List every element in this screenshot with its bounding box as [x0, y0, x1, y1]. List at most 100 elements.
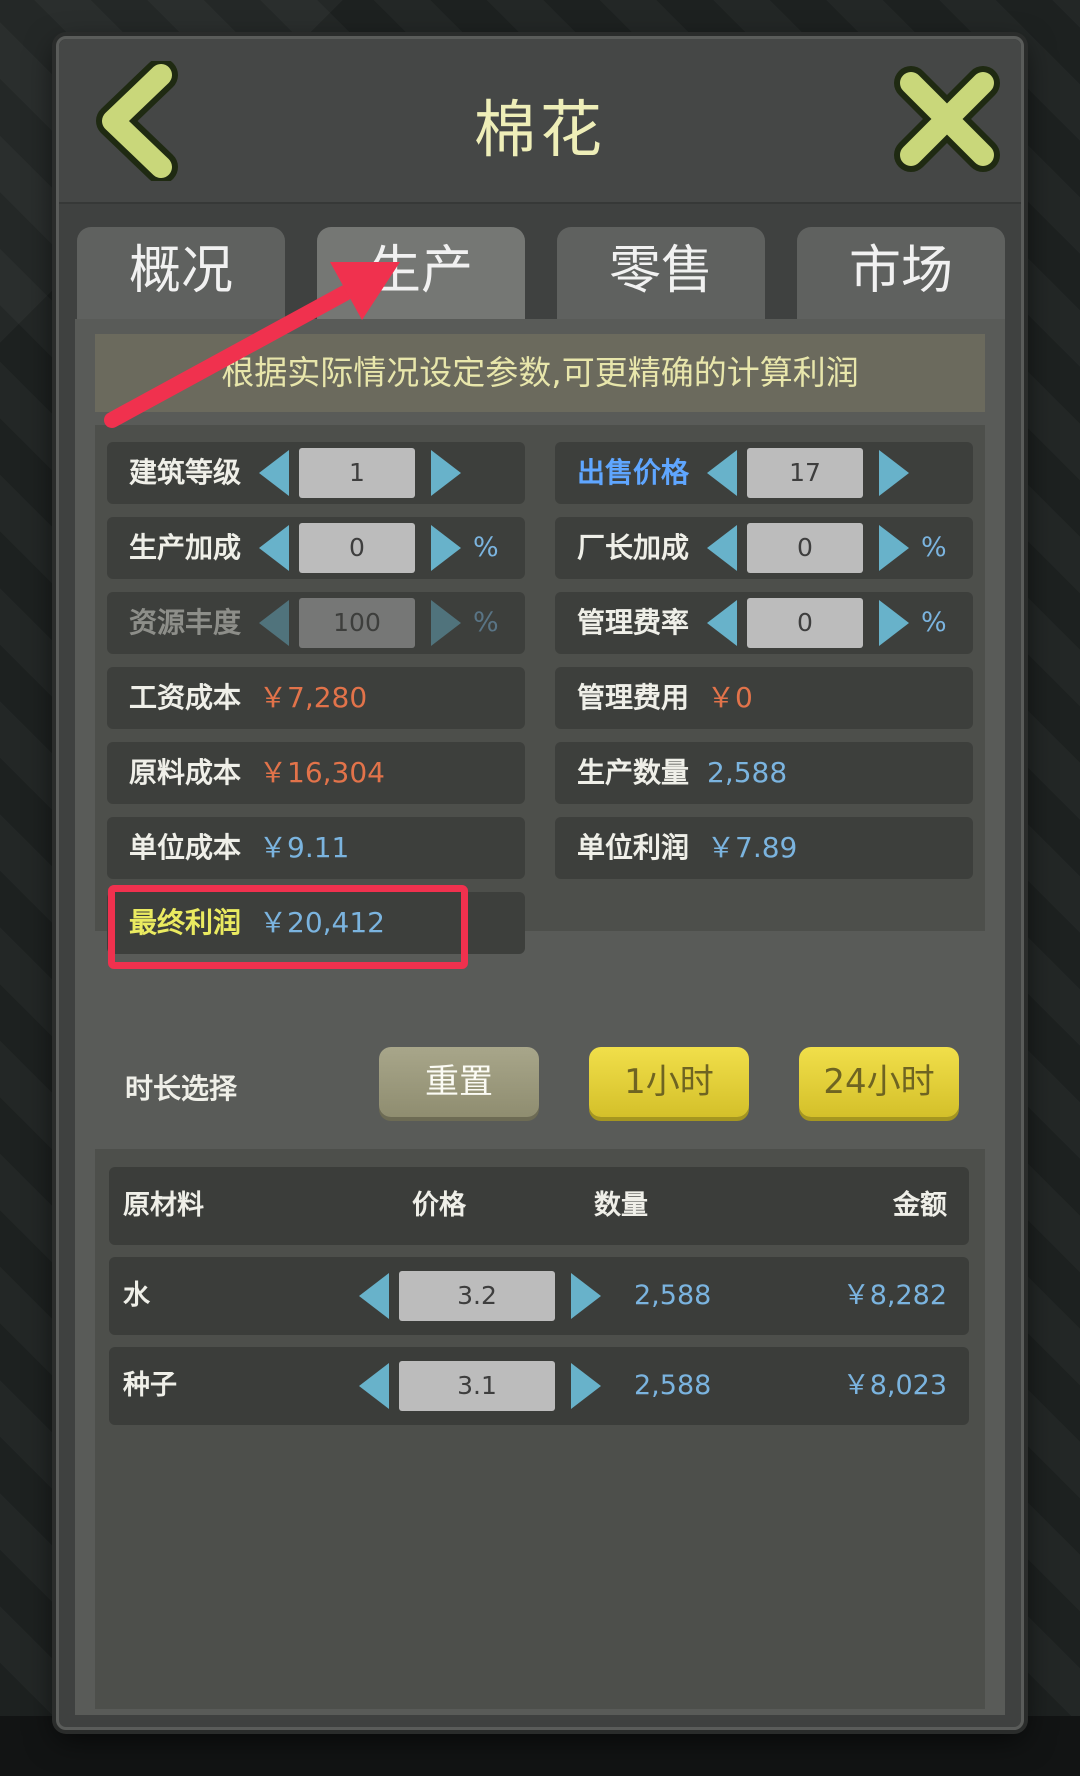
material-amount: ￥8,023	[842, 1370, 947, 1401]
material-price-stepper: 3.2	[359, 1271, 601, 1321]
triangle-right-icon	[879, 450, 909, 496]
triangle-right-icon	[431, 450, 461, 496]
tab-market[interactable]: 市场	[797, 227, 1005, 319]
triangle-right-icon	[571, 1273, 601, 1319]
wage-cost-row: 工资成本 ￥7,280	[107, 667, 525, 729]
production-qty-row: 生产数量 2,588	[555, 742, 973, 804]
management-rate-value[interactable]: 0	[747, 598, 863, 648]
building-level-row: 建筑等级 1	[107, 442, 525, 504]
duration-label: 时长选择	[125, 1072, 238, 1105]
building-level-value[interactable]: 1	[299, 448, 415, 498]
material-cost-label: 原料成本	[129, 756, 242, 789]
header-quantity: 数量	[594, 1190, 648, 1221]
unit-cost-value: ￥9.11	[259, 831, 350, 864]
resource-richness-stepper: 100 %	[259, 598, 499, 648]
triangle-right-icon	[431, 600, 461, 646]
header-material: 原材料	[123, 1190, 204, 1221]
triangle-right-icon	[879, 600, 909, 646]
increase-button[interactable]	[431, 450, 463, 496]
materials-table: 原材料 价格 数量 金额 水 3.2 2,588 ￥8,282 种子 3.1 2…	[95, 1149, 985, 1709]
unit-cost-label: 单位成本	[129, 831, 242, 864]
table-row: 水 3.2 2,588 ￥8,282	[109, 1257, 969, 1335]
production-bonus-value[interactable]: 0	[299, 523, 415, 573]
increase-button[interactable]	[571, 1273, 603, 1319]
triangle-left-icon	[259, 600, 289, 646]
material-cost-row: 原料成本 ￥16,304	[107, 742, 525, 804]
close-x-icon	[894, 66, 1000, 172]
parameters-panel: 建筑等级 1 出售价格 17 生产加成 0 % 厂长加成 0 % 资源丰度 10…	[95, 425, 985, 954]
close-button[interactable]	[891, 63, 1003, 175]
production-bonus-row: 生产加成 0 %	[107, 517, 525, 579]
unit-cost-row: 单位成本 ￥9.11	[107, 817, 525, 879]
triangle-left-icon	[707, 450, 737, 496]
tab-bar: 概况 生产 零售 市场	[77, 227, 1007, 319]
final-profit-row: 最终利润 ￥20,412	[107, 892, 525, 954]
production-qty-value: 2,588	[707, 756, 788, 789]
page-title: 棉花	[473, 93, 606, 166]
increase-button[interactable]	[431, 525, 463, 571]
decrease-button[interactable]	[359, 1273, 391, 1319]
decrease-button[interactable]	[359, 1363, 391, 1409]
management-fee-value: ￥0	[707, 681, 753, 714]
triangle-left-icon	[707, 600, 737, 646]
twentyfour-hour-button[interactable]: 24小时	[799, 1047, 959, 1117]
header-amount: 金额	[893, 1190, 947, 1221]
manager-bonus-value[interactable]: 0	[747, 523, 863, 573]
tab-overview[interactable]: 概况	[77, 227, 285, 319]
manager-bonus-row: 厂长加成 0 %	[555, 517, 973, 579]
increase-button[interactable]	[571, 1363, 603, 1409]
material-name: 种子	[123, 1370, 177, 1401]
material-price-stepper: 3.1	[359, 1361, 601, 1411]
triangle-right-icon	[571, 1363, 601, 1409]
sale-price-row: 出售价格 17	[555, 442, 973, 504]
one-hour-button[interactable]: 1小时	[589, 1047, 749, 1117]
triangle-left-icon	[707, 525, 737, 571]
material-price-value[interactable]: 3.2	[399, 1271, 555, 1321]
unit-profit-row: 单位利润 ￥7.89	[555, 817, 973, 879]
tab-production[interactable]: 生产	[317, 227, 525, 319]
production-tab-content: 根据实际情况设定参数,可更精确的计算利润 建筑等级 1 出售价格 17 生产加成…	[75, 319, 1005, 1715]
factory-dialog: 棉花 概况 生产 零售 市场 根据实际情况设定参数,可更精确的计算利润 建筑等级…	[56, 36, 1024, 1730]
dialog-header: 棉花	[59, 39, 1021, 204]
reset-button[interactable]: 重置	[379, 1047, 539, 1117]
decrease-button[interactable]	[259, 450, 291, 496]
decrease-button	[259, 600, 291, 646]
decrease-button[interactable]	[707, 525, 739, 571]
decrease-button[interactable]	[259, 525, 291, 571]
final-profit-value: ￥20,412	[259, 906, 385, 939]
management-rate-label: 管理费率	[577, 606, 690, 639]
increase-button[interactable]	[879, 600, 911, 646]
percent-unit: %	[921, 607, 947, 638]
building-level-stepper: 1	[259, 448, 499, 498]
increase-button[interactable]	[879, 525, 911, 571]
decrease-button[interactable]	[707, 600, 739, 646]
production-qty-label: 生产数量	[577, 756, 690, 789]
management-fee-row: 管理费用 ￥0	[555, 667, 973, 729]
material-cost-value: ￥16,304	[259, 756, 385, 789]
material-price-value[interactable]: 3.1	[399, 1361, 555, 1411]
resource-richness-label: 资源丰度	[129, 606, 242, 639]
management-rate-row: 管理费率 0 %	[555, 592, 973, 654]
management-fee-label: 管理费用	[577, 681, 690, 714]
tab-retail[interactable]: 零售	[557, 227, 765, 319]
manager-bonus-stepper: 0 %	[707, 523, 947, 573]
unit-profit-label: 单位利润	[577, 831, 690, 864]
production-bonus-stepper: 0 %	[259, 523, 499, 573]
percent-unit: %	[473, 607, 499, 638]
sale-price-value[interactable]: 17	[747, 448, 863, 498]
resource-richness-row: 资源丰度 100 %	[107, 592, 525, 654]
triangle-right-icon	[431, 525, 461, 571]
increase-button	[431, 600, 463, 646]
triangle-left-icon	[259, 525, 289, 571]
final-profit-label: 最终利润	[129, 906, 242, 939]
wage-cost-label: 工资成本	[129, 681, 242, 714]
increase-button[interactable]	[879, 450, 911, 496]
sale-price-label: 出售价格	[577, 456, 690, 489]
management-rate-stepper: 0 %	[707, 598, 947, 648]
unit-profit-value: ￥7.89	[707, 831, 798, 864]
table-row: 种子 3.1 2,588 ￥8,023	[109, 1347, 969, 1425]
material-name: 水	[123, 1280, 150, 1311]
building-level-label: 建筑等级	[129, 456, 242, 489]
triangle-left-icon	[359, 1363, 389, 1409]
decrease-button[interactable]	[707, 450, 739, 496]
